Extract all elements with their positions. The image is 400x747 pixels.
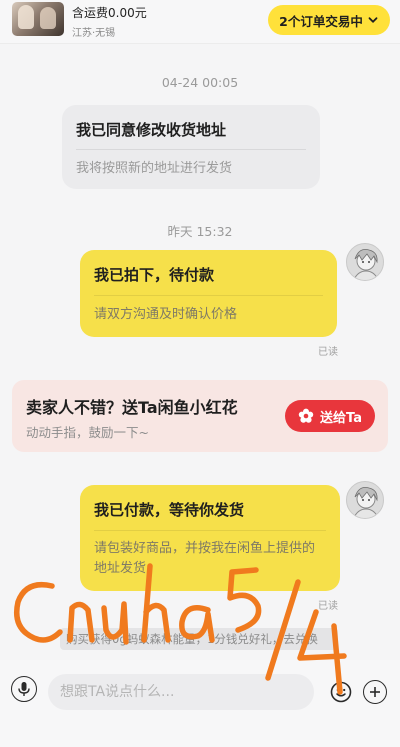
emoji-icon[interactable] — [330, 680, 352, 704]
card-divider — [94, 295, 323, 296]
card-subtitle: 请包装好商品，并按我在闲鱼上提供的地址发货 — [94, 541, 316, 576]
promo-subtitle: 动动手指，鼓励一下~ — [26, 425, 149, 440]
item-price: 含运费0.00元 — [72, 6, 147, 20]
message-timestamp: 04-24 00:05 — [161, 75, 239, 90]
voice-button[interactable] — [11, 676, 37, 702]
card-title: 我已付款，等待你发货 — [94, 501, 245, 519]
card-subtitle: 请双方沟通及时确认价格 — [94, 307, 238, 322]
card-divider — [94, 530, 326, 531]
orders-in-progress-button[interactable]: 2个订单交易中 — [268, 5, 390, 35]
chat-input-bar — [0, 660, 400, 747]
payment-message-card[interactable]: 我已付款，等待你发货 请包装好商品，并按我在闲鱼上提供的地址发货 — [80, 485, 340, 591]
message-input[interactable] — [48, 674, 314, 710]
card-subtitle: 我将按照新的地址进行发货 — [76, 161, 233, 176]
card-title: 我已拍下，待付款 — [94, 266, 215, 284]
item-header[interactable]: 含运费0.00元 江苏·无锡 2个订单交易中 — [0, 0, 400, 44]
ant-forest-hint-bar[interactable]: 购买获得0g蚂蚁森林能量，1分钱兑好礼，去兑换 — [60, 628, 338, 650]
avatar-illustration — [353, 249, 379, 280]
flower-icon — [298, 408, 314, 423]
plus-icon — [370, 687, 380, 697]
promo-title: 卖家人不错？送Ta闲鱼小红花 — [26, 398, 238, 417]
avatar[interactable] — [346, 243, 384, 281]
avatar-illustration — [353, 487, 379, 518]
system-message-card[interactable]: 我已同意修改收货地址 我将按照新的地址进行发货 — [62, 105, 320, 189]
item-thumbnail[interactable] — [12, 2, 64, 36]
chevron-down-icon — [368, 17, 378, 23]
card-divider — [76, 149, 306, 150]
read-status: 已读 — [318, 601, 338, 612]
send-flower-button[interactable]: 送给Ta — [285, 400, 375, 432]
more-actions-button[interactable] — [363, 680, 387, 704]
avatar[interactable] — [346, 481, 384, 519]
item-location: 江苏·无锡 — [72, 28, 116, 39]
order-message-card[interactable]: 我已拍下，待付款 请双方沟通及时确认价格 — [80, 250, 337, 337]
read-status: 已读 — [318, 347, 338, 358]
flower-promo-card[interactable]: 卖家人不错？送Ta闲鱼小红花 动动手指，鼓励一下~ 送给Ta — [12, 380, 388, 452]
microphone-icon — [18, 682, 30, 696]
message-timestamp: 昨天 15:32 — [167, 224, 233, 239]
send-flower-label: 送给Ta — [320, 410, 362, 426]
card-title: 我已同意修改收货地址 — [76, 121, 227, 139]
orders-button-label: 2个订单交易中 — [279, 13, 363, 29]
